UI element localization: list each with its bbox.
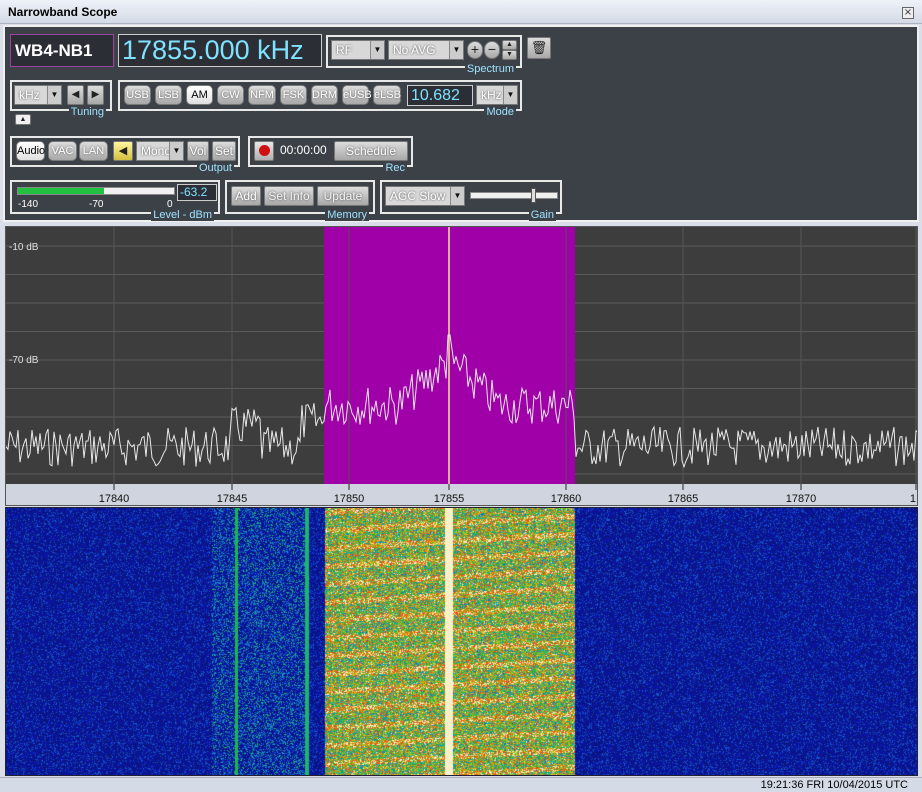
zoom-in-icon[interactable]: +	[467, 41, 483, 59]
title-bar[interactable]: Narrowband Scope ×	[0, 0, 922, 24]
scroll-up-icon[interactable]: ▲	[502, 40, 517, 50]
output-group: Audio VAC LAN ◀ Mono ▼ Vol Set Output	[10, 136, 240, 174]
receiver-name: WB4-NB1	[15, 41, 93, 60]
level-meter-track	[17, 187, 175, 195]
freq-tick-label: 1	[910, 493, 916, 505]
mode-button-usb[interactable]: USB	[124, 85, 151, 105]
output-group-label: Output	[196, 162, 234, 174]
tuning-unit-select[interactable]: kHz ▼	[14, 85, 62, 105]
tuning-group: kHz ▼ ◀ ▶ Tuning	[10, 80, 112, 118]
spectrum-averaging-value: No AVG	[393, 43, 436, 57]
mode-button-lsb[interactable]: LSB	[155, 85, 182, 105]
status-bar: 19:21:36 FRI 10/04/2015 UTC	[0, 777, 922, 792]
memory-update-button[interactable]: Update	[317, 186, 369, 206]
agc-mode-select[interactable]: AGC Slow ▼	[385, 186, 465, 206]
rec-group: 00:00:00 Schedule Rec	[248, 136, 413, 174]
output-channel-select[interactable]: Mono ▼	[136, 141, 184, 161]
chevron-down-icon: ▼	[169, 142, 183, 160]
frequency-value: 17855.000 kHz	[122, 35, 304, 65]
tune-left-icon[interactable]: ◀	[67, 85, 84, 105]
memory-group-label: Memory	[325, 209, 369, 221]
frequency-display[interactable]: 17855.000 kHz	[118, 34, 322, 67]
bandwidth-display[interactable]: 10.682	[407, 85, 473, 106]
freq-tick-label: 17870	[786, 493, 817, 505]
spectrum-source-value: RF	[336, 43, 352, 57]
chevron-down-icon: ▼	[503, 86, 517, 104]
bandwidth-value: 10.682	[411, 87, 460, 104]
mode-group-label: Mode	[484, 106, 516, 118]
db-label-10: -10 dB	[9, 242, 39, 253]
bandwidth-unit-select[interactable]: kHz ▼	[476, 85, 518, 105]
mode-button-eusb[interactable]: eUSB	[342, 85, 372, 105]
level-meter-fill	[18, 188, 104, 194]
spectrum-averaging-select[interactable]: No AVG ▼	[388, 40, 464, 60]
mode-group: USB LSB AM CW NFM FSK DRM eUSB eLSB 10.682 kHz ▼…	[118, 80, 522, 118]
level-tick-140: -140	[18, 199, 39, 210]
gain-group: AGC Slow ▼ Gain	[380, 180, 562, 221]
spectrum-plot: -10 dB -70 dB 17840 17845 17850 17855 17860 1…	[6, 227, 917, 505]
freq-tick-label: 17850	[334, 493, 365, 505]
gain-group-label: Gain	[528, 209, 556, 221]
receiver-name-box: WB4-NB1	[10, 34, 114, 67]
schedule-button[interactable]: Schedule	[334, 141, 408, 161]
zoom-out-icon[interactable]: −	[484, 41, 500, 59]
freq-tick-label: 17865	[668, 493, 699, 505]
waterfall-display[interactable]	[5, 507, 918, 776]
trash-icon[interactable]: 🗑	[527, 37, 551, 59]
level-tick-70: -70	[89, 199, 104, 210]
gain-slider-track[interactable]	[470, 188, 558, 203]
chevron-down-icon: ▼	[449, 41, 463, 59]
level-group: -140 -70 0 -63.2 Level - dBm	[10, 180, 220, 221]
control-panel: WB4-NB1 17855.000 kHz RF ▼ No AVG ▼ + − …	[3, 25, 919, 222]
close-icon[interactable]: ×	[902, 7, 914, 19]
audio-button[interactable]: Audio	[16, 141, 45, 161]
gain-slider-thumb[interactable]	[531, 188, 536, 203]
collapse-up-icon[interactable]: ▲	[15, 114, 31, 125]
mode-button-am[interactable]: AM	[186, 85, 213, 105]
freq-tick-label: 17840	[99, 493, 130, 505]
speaker-icon[interactable]: ◀	[113, 141, 133, 161]
agc-mode-value: AGC Slow	[390, 189, 446, 203]
freq-tick-label: 17860	[551, 493, 582, 505]
spectrum-scope[interactable]: -10 dB -70 dB 17840 17845 17850 17855 17860 1…	[5, 226, 918, 506]
waterfall-canvas	[6, 508, 917, 775]
level-value: -63.2	[180, 185, 208, 199]
memory-set-info-button[interactable]: Set Info	[264, 186, 314, 206]
mode-button-cw[interactable]: CW	[217, 85, 244, 105]
mode-button-nfm[interactable]: NFM	[248, 85, 276, 105]
memory-add-button[interactable]: Add	[231, 186, 261, 206]
chevron-down-icon: ▼	[450, 187, 464, 205]
freq-tick-label: 17845	[217, 493, 248, 505]
record-icon[interactable]	[254, 141, 274, 161]
spectrum-source-select[interactable]: RF ▼	[331, 40, 385, 60]
level-group-label: Level - dBm	[151, 209, 214, 221]
memory-group: Add Set Info Update Memory	[225, 180, 375, 221]
output-set-button[interactable]: Set	[212, 141, 236, 161]
chevron-down-icon: ▼	[47, 86, 61, 104]
rec-time: 00:00:00	[280, 143, 327, 157]
level-value-display: -63.2	[177, 184, 217, 201]
spectrum-group-label: Spectrum	[464, 63, 516, 75]
window-title: Narrowband Scope	[8, 5, 118, 19]
vol-button[interactable]: Vol	[187, 141, 209, 161]
tune-right-icon[interactable]: ▶	[87, 85, 104, 105]
freq-tick-label: 17855	[434, 493, 465, 505]
db-label-70: -70 dB	[9, 355, 39, 366]
rec-group-label: Rec	[383, 162, 407, 174]
bandwidth-unit-value: kHz	[481, 88, 502, 102]
narrowband-scope-window: Narrowband Scope × WB4-NB1 17855.000 kHz…	[0, 0, 922, 792]
tuning-unit-value: kHz	[19, 88, 40, 102]
spectrum-group: RF ▼ No AVG ▼ + − ▲ ▼ Spectrum	[326, 35, 522, 75]
lan-button[interactable]: LAN	[79, 141, 108, 161]
output-channel-value: Mono	[141, 144, 172, 158]
vac-button[interactable]: VAC	[48, 141, 77, 161]
tuning-group-label: Tuning	[68, 106, 106, 118]
chevron-down-icon: ▼	[370, 41, 384, 59]
mode-button-elsb[interactable]: eLSB	[373, 85, 401, 105]
mode-button-drm[interactable]: DRM	[311, 85, 338, 105]
status-timestamp: 19:21:36 FRI 10/04/2015 UTC	[760, 779, 908, 791]
scroll-down-icon[interactable]: ▼	[502, 50, 517, 60]
mode-button-fsk[interactable]: FSK	[280, 85, 307, 105]
